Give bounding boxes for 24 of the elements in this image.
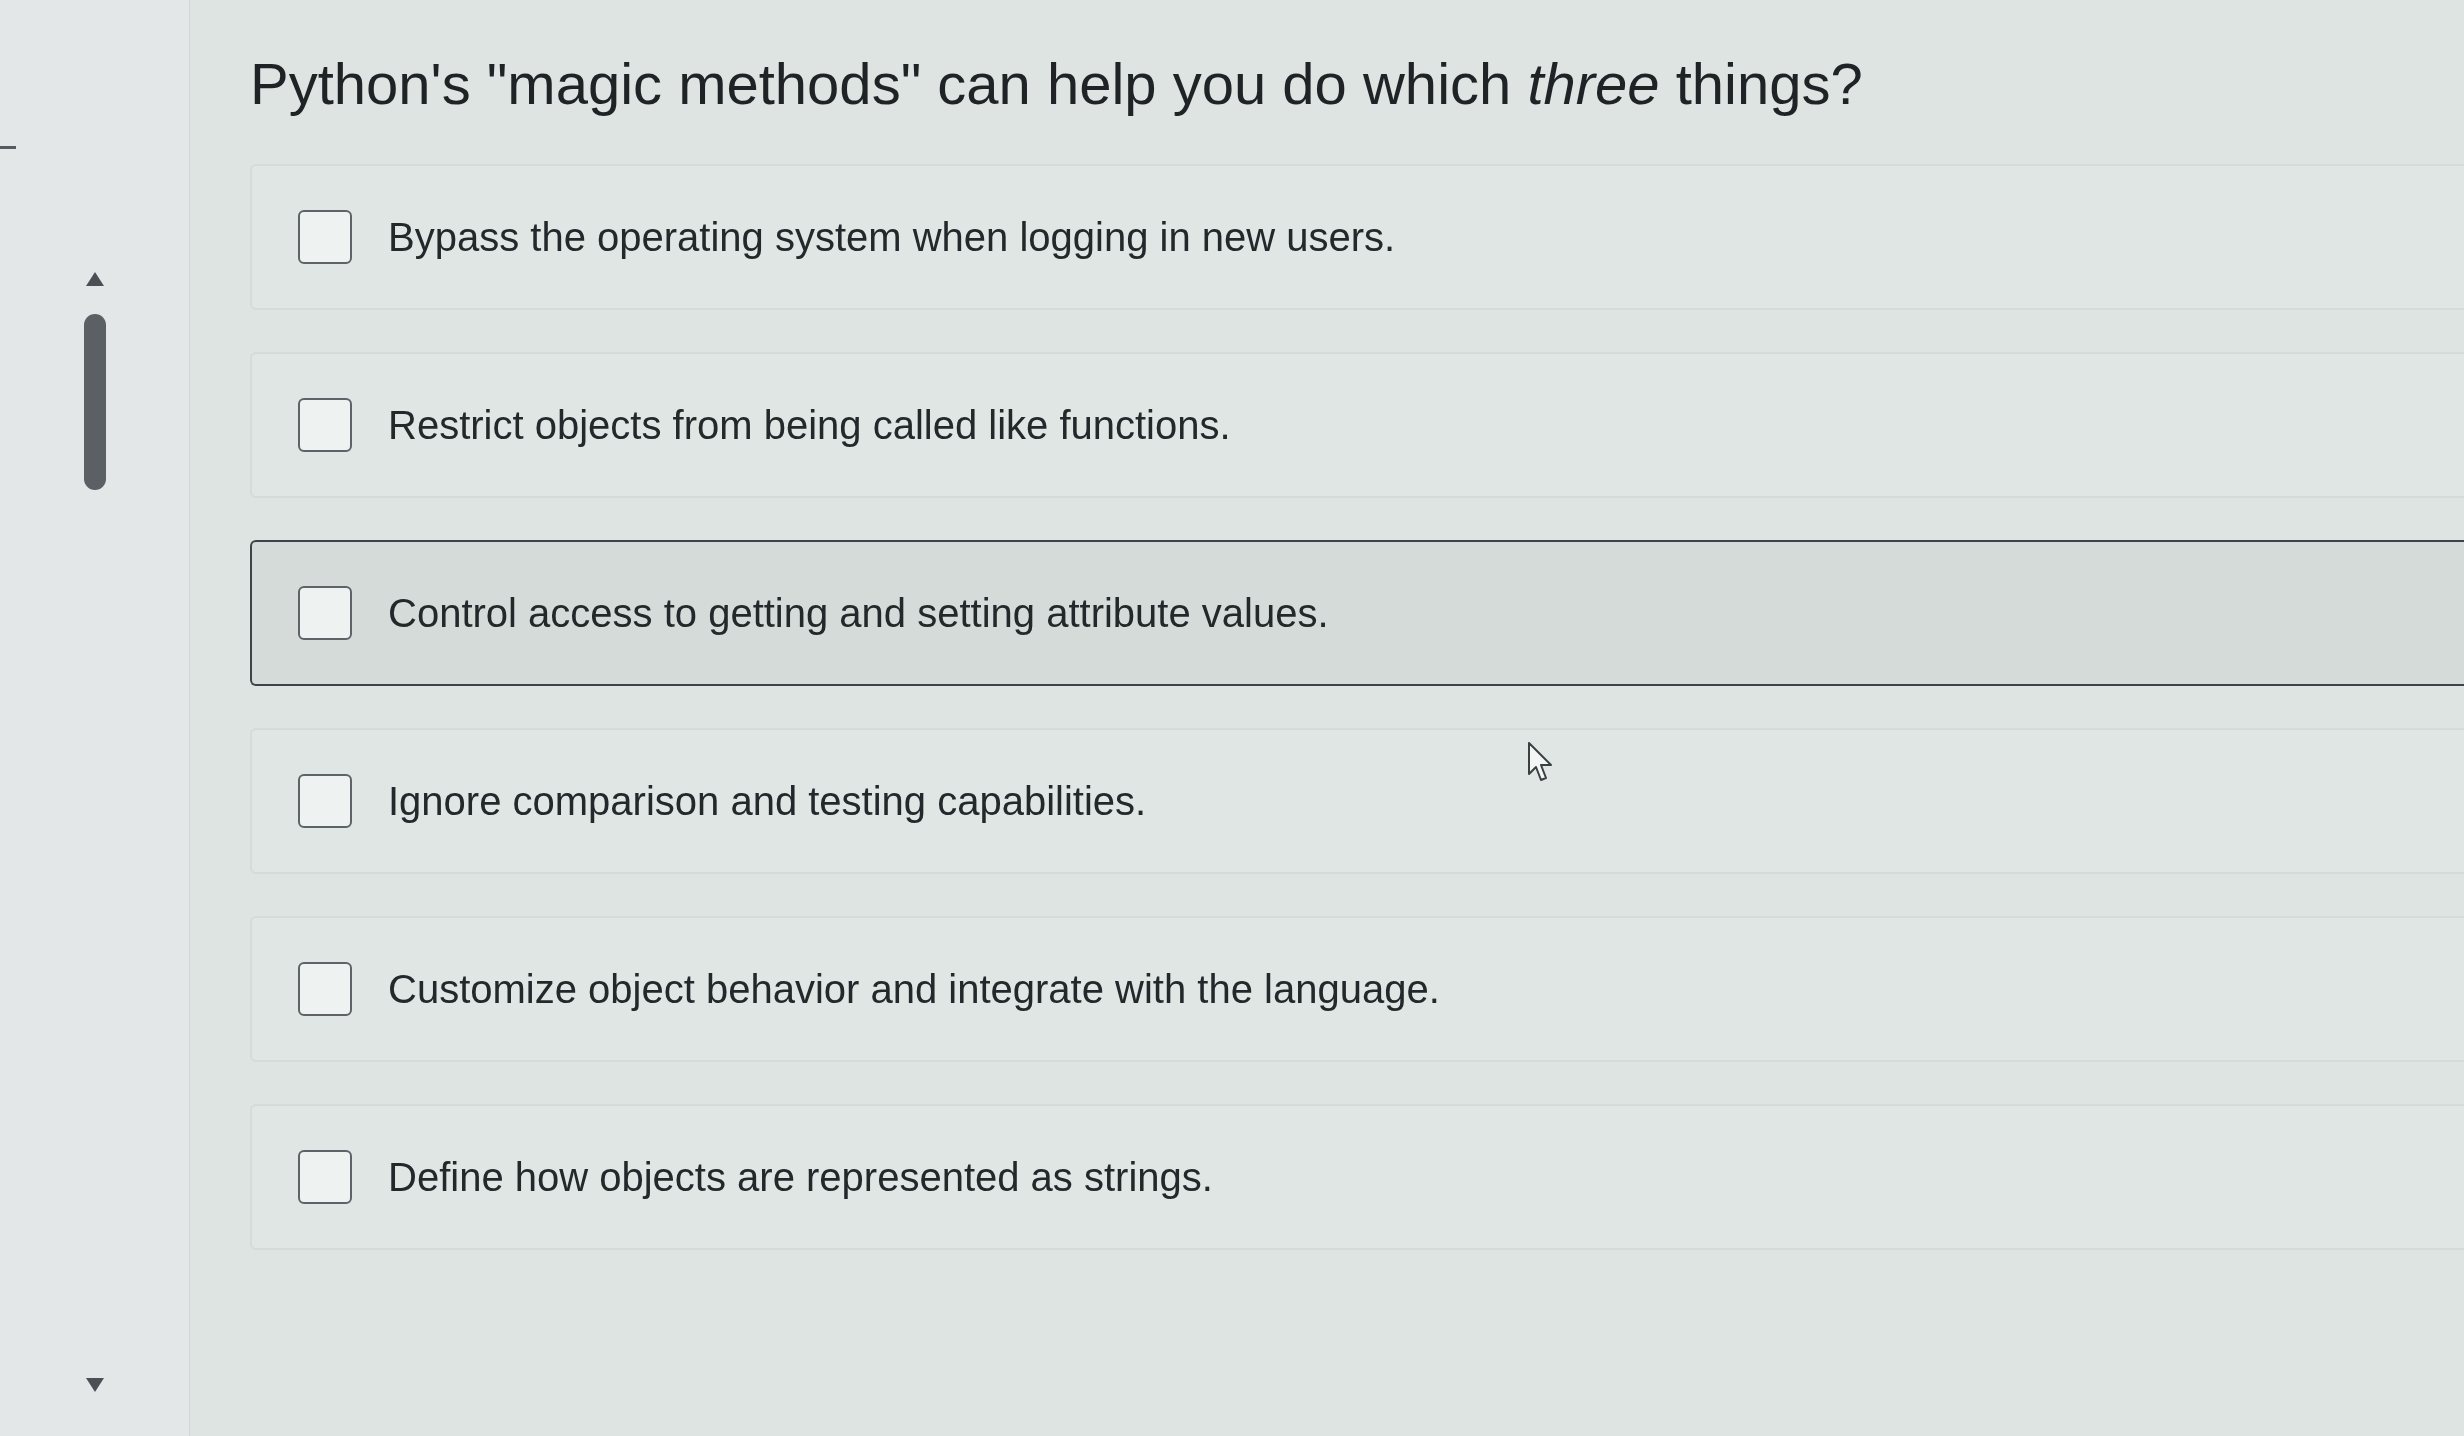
answer-option[interactable]: Bypass the operating system when logging in new users.: [250, 164, 2464, 310]
checkbox[interactable]: [298, 962, 352, 1016]
checkbox[interactable]: [298, 1150, 352, 1204]
option-label: Restrict objects from being called like functions.: [388, 402, 1231, 449]
dash-icon: [0, 146, 16, 149]
option-label: Bypass the operating system when logging in new users.: [388, 214, 1396, 261]
answer-option[interactable]: Restrict objects from being called like functions.: [250, 352, 2464, 498]
option-label: Ignore comparison and testing capabilities.: [388, 778, 1147, 825]
checkbox[interactable]: [298, 398, 352, 452]
answer-option[interactable]: Define how objects are represented as strings.: [250, 1104, 2464, 1250]
scrollbar-thumb[interactable]: [83, 314, 106, 490]
question-title: Python's "magic methods" can help you do which three things?: [250, 50, 1864, 118]
scroll-up-icon[interactable]: [85, 272, 104, 286]
checkbox[interactable]: [298, 586, 352, 640]
answer-option[interactable]: Control access to getting and setting attribute values.: [250, 540, 2464, 686]
checkbox[interactable]: [298, 210, 352, 264]
checkbox[interactable]: [298, 774, 352, 828]
option-label: Customize object behavior and integrate with the language.: [388, 966, 1440, 1013]
answer-option[interactable]: Ignore comparison and testing capabilities.: [250, 728, 2464, 874]
answer-option[interactable]: Customize object behavior and integrate with the language.: [250, 916, 2464, 1062]
mouse-pointer-icon: [1528, 742, 1554, 782]
scroll-down-icon[interactable]: [85, 1378, 104, 1392]
option-label: Define how objects are represented as strings.: [388, 1154, 1213, 1201]
option-label: Control access to getting and setting attribute values.: [388, 590, 1329, 637]
